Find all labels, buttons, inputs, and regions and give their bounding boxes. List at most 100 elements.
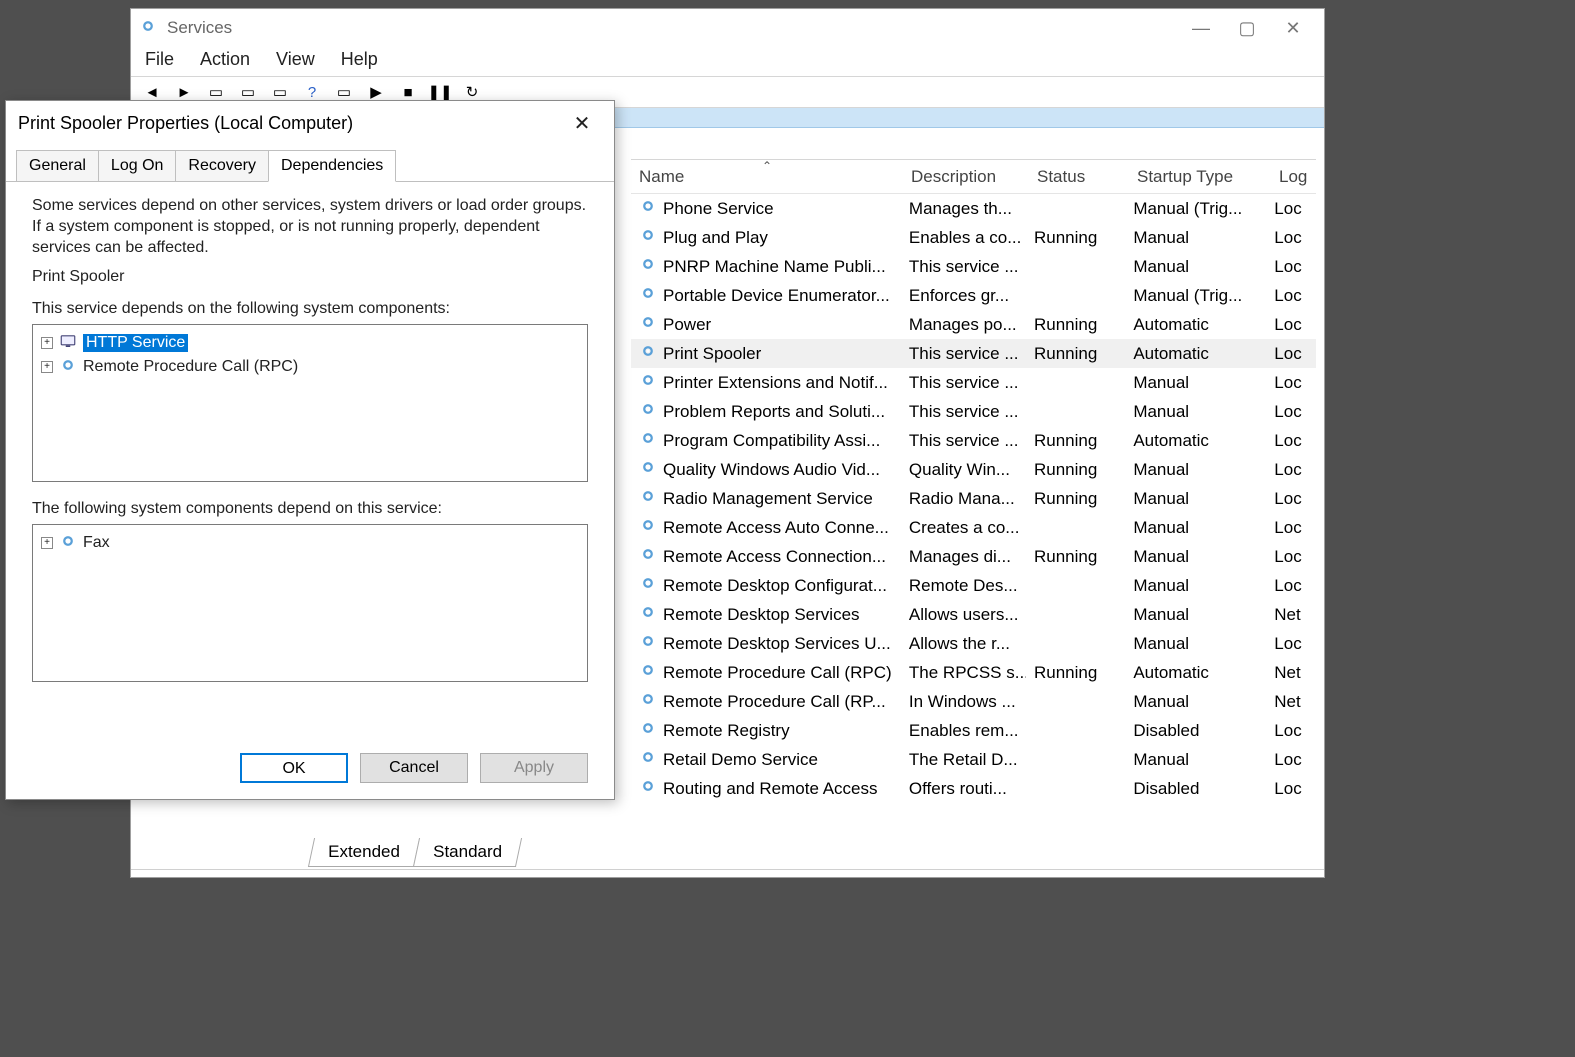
tab-standard[interactable]: Standard xyxy=(413,838,522,867)
service-start: Disabled xyxy=(1125,779,1266,799)
list-header: Name⌃ Description Status Startup Type Lo… xyxy=(631,160,1316,194)
depends-on-tree[interactable]: +HTTP Service+Remote Procedure Call (RPC… xyxy=(32,324,588,482)
expand-icon[interactable]: + xyxy=(41,537,53,549)
minimize-button[interactable]: — xyxy=(1178,14,1224,43)
table-row[interactable]: Printer Extensions and Notif...This serv… xyxy=(631,368,1316,397)
service-logon: Net xyxy=(1266,663,1316,683)
menu-file[interactable]: File xyxy=(145,49,174,70)
service-logon: Loc xyxy=(1266,576,1316,596)
service-start: Manual xyxy=(1125,228,1266,248)
dependents-tree[interactable]: +Fax xyxy=(32,524,588,682)
ok-button[interactable]: OK xyxy=(240,753,348,783)
service-desc: Enforces gr... xyxy=(901,286,1026,306)
maximize-button[interactable]: ▢ xyxy=(1224,14,1270,43)
dialog-titlebar[interactable]: Print Spooler Properties (Local Computer… xyxy=(6,101,614,145)
service-name: Remote Desktop Services U... xyxy=(663,634,891,654)
column-status[interactable]: Status xyxy=(1029,167,1129,187)
service-logon: Loc xyxy=(1266,721,1316,741)
service-desc: Radio Mana... xyxy=(901,489,1026,509)
service-logon: Loc xyxy=(1266,228,1316,248)
service-start: Disabled xyxy=(1125,721,1266,741)
tree-node-icon xyxy=(59,532,77,555)
table-row[interactable]: Problem Reports and Soluti...This servic… xyxy=(631,397,1316,426)
close-button[interactable]: ✕ xyxy=(1270,14,1316,43)
gear-icon xyxy=(639,342,657,365)
table-row[interactable]: Plug and PlayEnables a co...RunningManua… xyxy=(631,223,1316,252)
gear-icon xyxy=(639,661,657,684)
dialog-body: Some services depend on other services, … xyxy=(6,182,614,682)
service-desc: Allows users... xyxy=(901,605,1026,625)
menu-view[interactable]: View xyxy=(276,49,315,70)
table-row[interactable]: Remote Access Auto Conne...Creates a co.… xyxy=(631,513,1316,542)
tab-extended[interactable]: Extended xyxy=(308,838,420,867)
expand-icon[interactable]: + xyxy=(41,361,53,373)
column-desc[interactable]: Description xyxy=(903,167,1029,187)
tree-node[interactable]: +HTTP Service xyxy=(41,331,579,355)
tab-general[interactable]: General xyxy=(16,150,99,182)
tree-node-icon xyxy=(59,356,77,379)
service-name: Remote Desktop Configurat... xyxy=(663,576,887,596)
service-desc: Manages th... xyxy=(901,199,1026,219)
properties-dialog: Print Spooler Properties (Local Computer… xyxy=(5,100,615,800)
table-row[interactable]: Remote Desktop ServicesAllows users...Ma… xyxy=(631,600,1316,629)
service-name: Remote Access Connection... xyxy=(663,547,886,567)
cancel-button[interactable]: Cancel xyxy=(360,753,468,783)
menu-action[interactable]: Action xyxy=(200,49,250,70)
apply-button[interactable]: Apply xyxy=(480,753,588,783)
gear-icon xyxy=(639,777,657,800)
service-logon: Net xyxy=(1266,692,1316,712)
table-row[interactable]: Remote Procedure Call (RP...In Windows .… xyxy=(631,687,1316,716)
column-logon[interactable]: Log xyxy=(1271,167,1311,187)
service-status: Running xyxy=(1026,344,1125,364)
tab-recovery[interactable]: Recovery xyxy=(175,150,269,182)
tab-logon[interactable]: Log On xyxy=(98,150,176,182)
service-start: Manual (Trig... xyxy=(1125,286,1266,306)
service-desc: Allows the r... xyxy=(901,634,1026,654)
table-row[interactable]: Program Compatibility Assi...This servic… xyxy=(631,426,1316,455)
list-body[interactable]: Phone Service Manages th... Manual (Trig..… xyxy=(631,194,1316,830)
gear-icon xyxy=(639,313,657,336)
service-start: Manual xyxy=(1125,634,1266,654)
service-status: Running xyxy=(1026,460,1125,480)
service-logon: Loc xyxy=(1266,634,1316,654)
service-desc: Manages di... xyxy=(901,547,1026,567)
service-logon: Loc xyxy=(1266,779,1316,799)
tree-node[interactable]: +Fax xyxy=(41,531,579,555)
table-row[interactable]: Remote Desktop Services U... Allows the r… xyxy=(631,629,1316,658)
table-row[interactable]: Remote Procedure Call (RPC)The RPCSS s..… xyxy=(631,658,1316,687)
service-start: Manual xyxy=(1125,518,1266,538)
table-row[interactable]: Phone ServiceManages th...Manual (Trig..… xyxy=(631,194,1316,223)
table-row[interactable]: Remote RegistryEnables rem...DisabledLoc xyxy=(631,716,1316,745)
table-row[interactable]: Print SpoolerThis service ...RunningAuto… xyxy=(631,339,1316,368)
service-desc: This service ... xyxy=(901,344,1026,364)
table-row[interactable]: Portable Device Enumerator...Enforces gr… xyxy=(631,281,1316,310)
service-logon: Loc xyxy=(1266,460,1316,480)
expand-icon[interactable]: + xyxy=(41,337,53,349)
tree-node[interactable]: +Remote Procedure Call (RPC) xyxy=(41,355,579,379)
table-row[interactable]: Remote Access Connection... Manages di...… xyxy=(631,542,1316,571)
main-titlebar[interactable]: Services — ▢ ✕ xyxy=(131,9,1324,47)
dialog-close-icon[interactable]: ✕ xyxy=(562,111,602,136)
table-row[interactable]: Retail Demo ServiceThe Retail D...Manual… xyxy=(631,745,1316,774)
table-row[interactable]: Routing and Remote AccessOffers routi...… xyxy=(631,774,1316,803)
table-row[interactable]: Remote Desktop Configurat...Remote Des..… xyxy=(631,571,1316,600)
gear-icon xyxy=(639,255,657,278)
service-start: Manual xyxy=(1125,489,1266,509)
gear-icon xyxy=(639,748,657,771)
service-name: Phone Service xyxy=(663,199,774,219)
table-row[interactable]: Quality Windows Audio Vid...Quality Win.… xyxy=(631,455,1316,484)
main-title: Services xyxy=(167,18,232,38)
service-logon: Loc xyxy=(1266,344,1316,364)
table-row[interactable]: PowerManages po...RunningAutomaticLoc xyxy=(631,310,1316,339)
service-desc: Offers routi... xyxy=(901,779,1026,799)
service-desc: This service ... xyxy=(901,257,1026,277)
service-name: Radio Management Service xyxy=(663,489,873,509)
column-name[interactable]: Name⌃ xyxy=(631,167,903,187)
tab-dependencies[interactable]: Dependencies xyxy=(268,150,396,182)
table-row[interactable]: PNRP Machine Name Publi...This service .… xyxy=(631,252,1316,281)
table-row[interactable]: Radio Management ServiceRadio Mana...Run… xyxy=(631,484,1316,513)
menu-help[interactable]: Help xyxy=(341,49,378,70)
service-name: Program Compatibility Assi... xyxy=(663,431,880,451)
column-startup[interactable]: Startup Type xyxy=(1129,167,1271,187)
gear-icon xyxy=(639,516,657,539)
